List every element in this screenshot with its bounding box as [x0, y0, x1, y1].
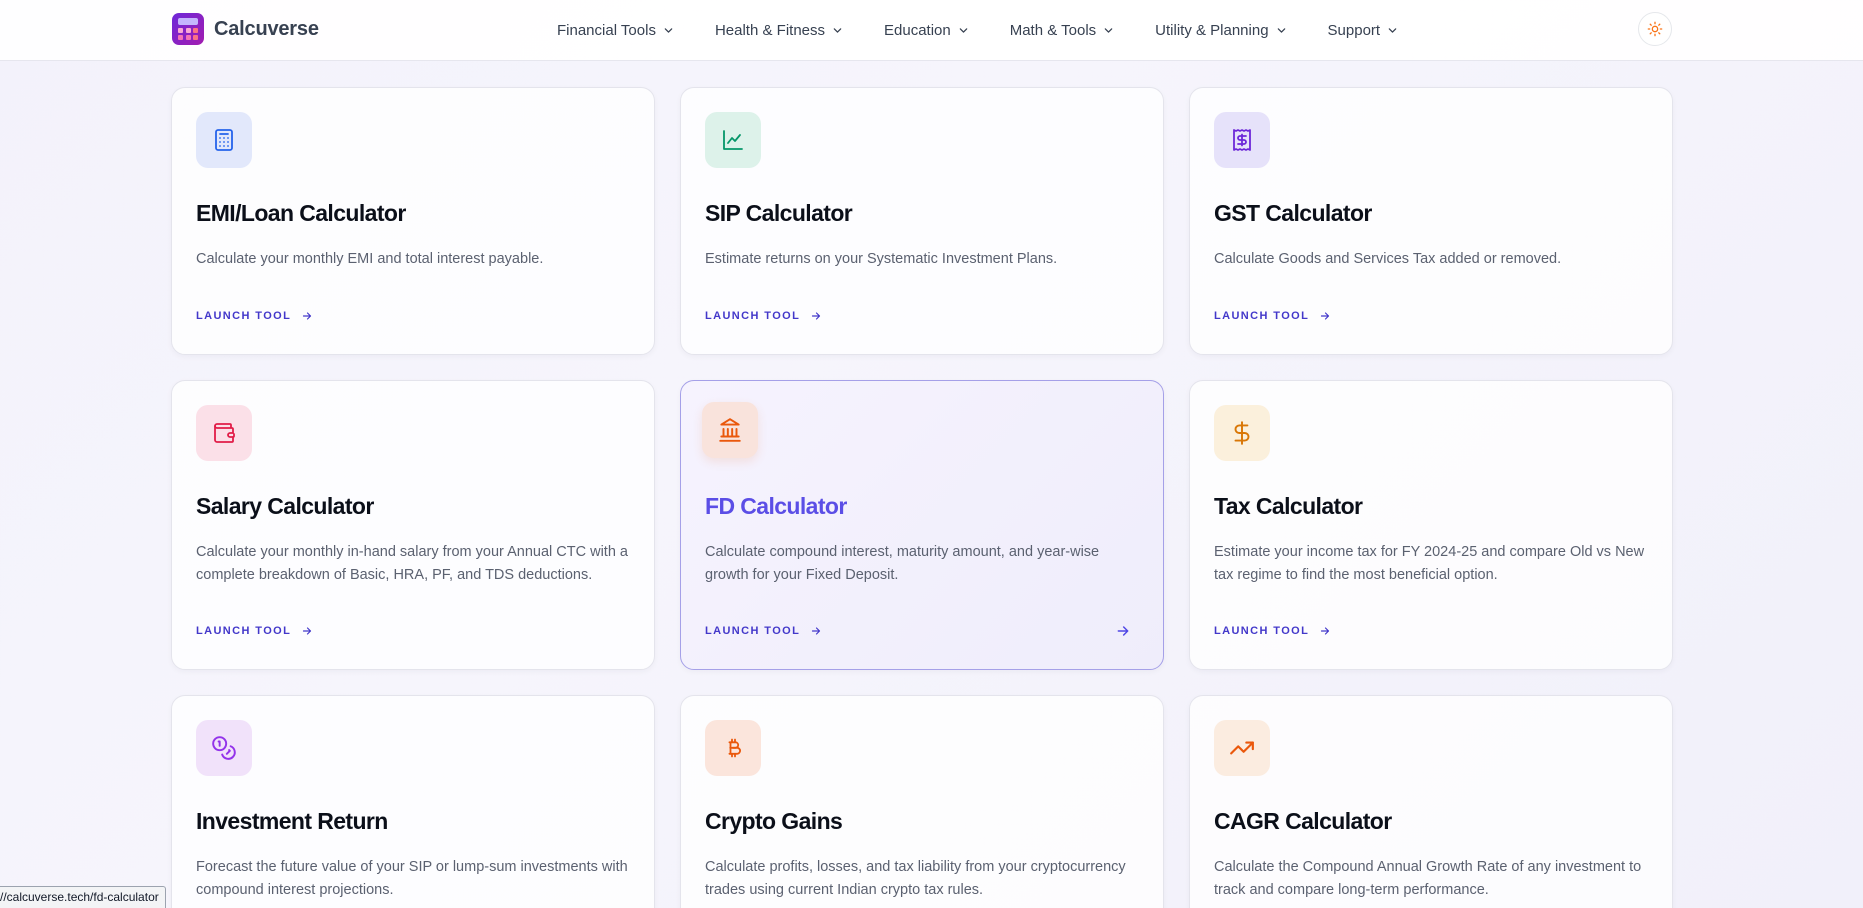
launch-tool-link[interactable]: LAUNCH TOOL — [196, 310, 313, 322]
card-description: Calculate your monthly EMI and total int… — [196, 251, 544, 267]
launch-label: LAUNCH TOOL — [1214, 625, 1310, 637]
arrow-right-icon — [303, 312, 312, 320]
card-description: Estimate returns on your Systematic Inve… — [705, 251, 1058, 267]
card-title: Crypto Gains — [705, 808, 843, 834]
nav-label: Financial Tools — [557, 21, 656, 39]
dollar-icon — [1214, 405, 1270, 461]
card-title: SIP Calculator — [705, 200, 853, 226]
tool-card-tax[interactable]: Tax Calculator Estimate your income tax … — [1189, 380, 1673, 670]
tool-card-gst[interactable]: GST Calculator Calculate Goods and Servi… — [1189, 87, 1673, 355]
chevron-down-icon — [959, 27, 967, 33]
wallet-icon — [196, 405, 252, 461]
arrow-right-icon — [812, 312, 821, 320]
arrow-right-icon — [1321, 627, 1330, 635]
launch-label: LAUNCH TOOL — [705, 310, 801, 322]
nav-label: Math & Tools — [1009, 21, 1097, 39]
tool-card-salary[interactable]: Salary Calculator Calculate your monthly… — [171, 380, 655, 670]
chevron-down-icon — [1388, 27, 1397, 33]
arrow-right-icon — [812, 627, 821, 635]
chevron-down-icon — [833, 27, 842, 33]
card-title: Tax Calculator — [1214, 493, 1363, 519]
card-description: Calculate Goods and Services Tax added o… — [1214, 251, 1562, 267]
launch-label: LAUNCH TOOL — [705, 625, 801, 637]
arrow-right-icon — [1321, 312, 1330, 320]
nav-label: Support — [1327, 21, 1381, 39]
line-chart-icon — [705, 112, 761, 168]
card-description: Forecast the future value of your SIP or… — [196, 859, 628, 898]
card-description: Calculate your monthly in-hand salary fr… — [196, 544, 628, 583]
sun-icon — [1647, 21, 1663, 37]
card-description: Estimate your income tax for FY 2024-25 … — [1214, 544, 1645, 583]
nav-label: Education — [884, 21, 951, 39]
chevron-down-icon — [1277, 27, 1285, 33]
theme-toggle-button[interactable] — [1638, 12, 1672, 46]
chevron-down-icon — [1104, 27, 1113, 33]
nav-financial-tools[interactable]: Financial Tools — [557, 22, 673, 39]
nav-support[interactable]: Support — [1328, 22, 1398, 39]
card-title: CAGR Calculator — [1214, 808, 1392, 834]
card-title: FD Calculator — [705, 493, 847, 519]
launch-tool-link[interactable]: LAUNCH TOOL — [1214, 625, 1331, 637]
card-description: Calculate profits, losses, and tax liabi… — [705, 859, 1126, 898]
brand-link[interactable]: Calcuverse — [172, 13, 319, 45]
tool-card-sip[interactable]: SIP Calculator Estimate returns on your … — [680, 87, 1164, 355]
brand-name: Calcuverse — [214, 17, 319, 40]
launch-label: LAUNCH TOOL — [1214, 310, 1310, 322]
card-description: Calculate compound interest, maturity am… — [705, 544, 1100, 583]
calculator-icon — [196, 112, 252, 168]
top-navbar: Calcuverse Financial Tools Health & Fitn… — [0, 0, 1863, 61]
status-bar-url: //calcuverse.tech/fd-calculator — [0, 886, 166, 908]
tool-card-fd[interactable]: FD Calculator Calculate compound interes… — [680, 380, 1164, 670]
launch-tool-link[interactable]: LAUNCH TOOL — [1214, 310, 1331, 322]
launch-tool-link[interactable]: LAUNCH TOOL — [196, 625, 313, 637]
coins-icon — [196, 720, 252, 776]
launch-label: LAUNCH TOOL — [196, 625, 292, 637]
tool-card-cagr[interactable]: CAGR Calculator Calculate the Compound A… — [1189, 695, 1673, 908]
tool-card-emi[interactable]: EMI/Loan Calculator Calculate your month… — [171, 87, 655, 355]
nav-math-tools[interactable]: Math & Tools — [1010, 22, 1113, 39]
card-title: GST Calculator — [1214, 200, 1372, 226]
nav-health-fitness[interactable]: Health & Fitness — [715, 22, 842, 39]
nav-education[interactable]: Education — [884, 22, 968, 39]
nav-label: Utility & Planning — [1155, 21, 1269, 39]
main-nav: Financial Tools Health & Fitness Educati… — [557, 0, 1439, 60]
arrow-right-icon — [303, 627, 312, 635]
bitcoin-icon — [705, 720, 761, 776]
launch-label: LAUNCH TOOL — [196, 310, 292, 322]
tool-card-investment-return[interactable]: Investment Return Forecast the future va… — [171, 695, 655, 908]
receipt-dollar-icon — [1214, 112, 1270, 168]
trending-up-icon — [1214, 720, 1270, 776]
launch-tool-link[interactable]: LAUNCH TOOL — [705, 625, 822, 637]
card-description: Calculate the Compound Annual Growth Rat… — [1214, 859, 1642, 898]
nav-utility-planning[interactable]: Utility & Planning — [1155, 22, 1285, 39]
card-title: Salary Calculator — [196, 493, 374, 519]
nav-label: Health & Fitness — [714, 21, 825, 39]
launch-tool-link[interactable]: LAUNCH TOOL — [705, 310, 822, 322]
calculator-logo-icon — [172, 13, 204, 45]
arrow-right-icon[interactable] — [1115, 623, 1131, 639]
tool-card-crypto-gains[interactable]: Crypto Gains Calculate profits, losses, … — [680, 695, 1164, 908]
bank-icon — [702, 402, 758, 458]
card-title: Investment Return — [196, 808, 388, 834]
card-title: EMI/Loan Calculator — [196, 200, 406, 226]
chevron-down-icon — [664, 27, 673, 33]
